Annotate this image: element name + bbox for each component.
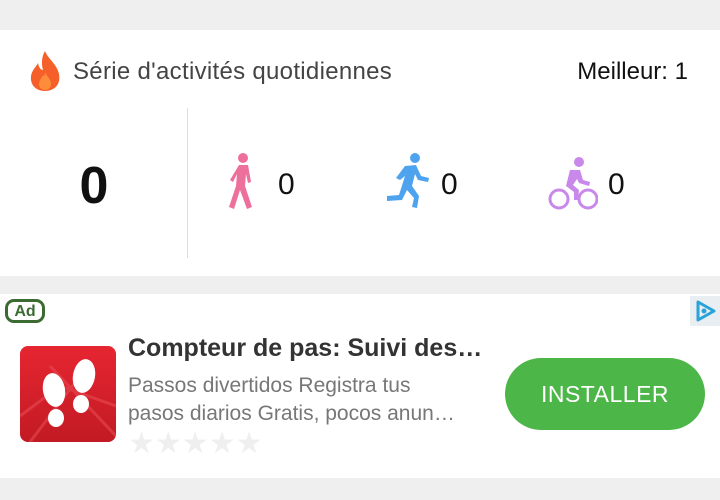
- bike-value: 0: [608, 168, 625, 201]
- best-label: Meilleur: [577, 58, 662, 85]
- ad-card[interactable]: Ad Compteur de pas: Suivi des… Passos di…: [0, 294, 720, 478]
- streak-count: 0: [79, 157, 109, 215]
- best-streak: Meilleur: 1: [577, 58, 688, 86]
- running-icon: [387, 153, 429, 208]
- rating-stars: ★★★★★: [128, 427, 264, 460]
- fire-icon: [30, 51, 60, 91]
- ad-description-line-2: pasos diarios Gratis, pocos anun…: [128, 402, 455, 425]
- activity-bike: 0: [548, 152, 648, 216]
- cycling-icon: [548, 157, 598, 210]
- walking-icon: [229, 153, 252, 209]
- ad-description-line-1: Passos divertidos Registra tus: [128, 374, 411, 397]
- install-button[interactable]: INSTALLER: [505, 358, 705, 430]
- activity-run: 0: [383, 152, 483, 216]
- streak-header: Série d'activités quotidiennes Meilleur:…: [0, 30, 720, 110]
- star-icon: ★★★★★: [128, 427, 263, 460]
- best-value: 1: [674, 58, 688, 85]
- footsteps-app-icon[interactable]: [20, 346, 116, 442]
- streak-title: Série d'activités quotidiennes: [73, 58, 393, 85]
- ad-title[interactable]: Compteur de pas: Suivi des…: [128, 334, 498, 363]
- walk-value: 0: [278, 168, 295, 201]
- ad-badge: Ad: [5, 299, 45, 323]
- adchoices-icon[interactable]: [690, 296, 720, 326]
- daily-streak-card: Série d'activités quotidiennes Meilleur:…: [0, 30, 720, 276]
- run-value: 0: [441, 168, 458, 201]
- best-separator: :: [661, 58, 675, 85]
- activity-walk: 0: [222, 152, 312, 216]
- ad-description: Passos divertidos Registra tus pasos dia…: [128, 372, 494, 428]
- divider: [187, 108, 188, 258]
